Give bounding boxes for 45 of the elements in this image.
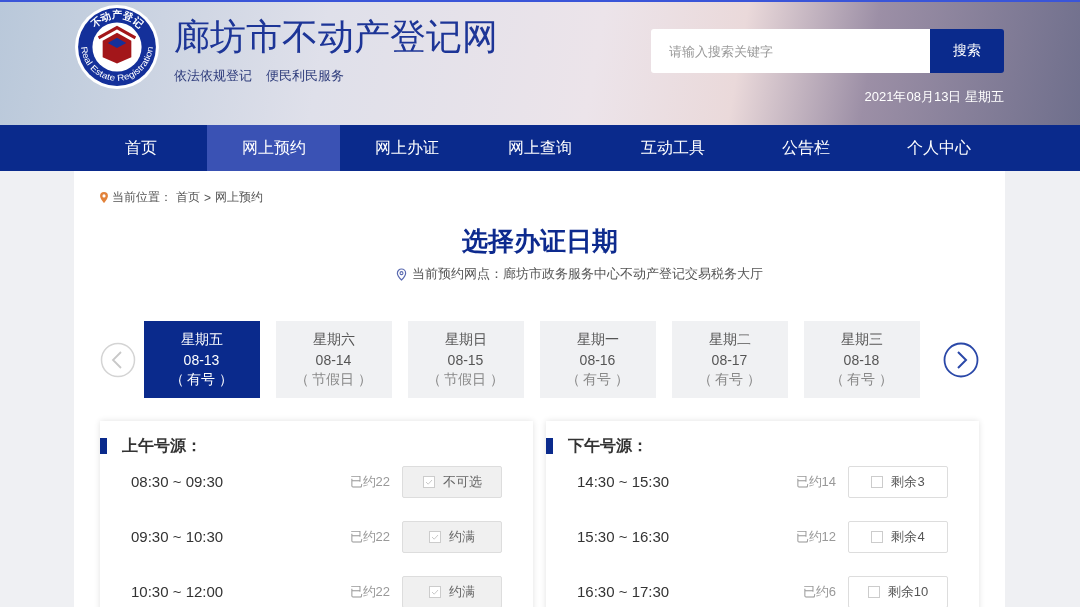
- breadcrumb-link[interactable]: 网上预约: [215, 189, 263, 206]
- breadcrumb-link[interactable]: 首页: [176, 189, 200, 206]
- booked-count: 已约14: [795, 472, 836, 491]
- time-range: 16:30 ~ 17:30: [577, 583, 671, 601]
- nav-tab[interactable]: 网上查询: [473, 125, 606, 171]
- location-pin-icon: [396, 267, 407, 281]
- breadcrumb-label: 当前位置：: [112, 189, 172, 206]
- time-range: 14:30 ~ 15:30: [577, 473, 671, 491]
- session-title: 下午号源：: [546, 438, 979, 455]
- booked-count: 已约6: [802, 582, 836, 601]
- next-button[interactable]: [943, 341, 979, 378]
- current-date: 2021年08月13日 星期五: [864, 88, 1004, 106]
- booked-count: 已约12: [795, 527, 836, 546]
- date-option[interactable]: 星期三 08-18 （ 有号 ）: [803, 321, 920, 399]
- nav-tab[interactable]: 网上预约: [207, 125, 340, 171]
- nav-tab[interactable]: 首页: [74, 125, 207, 171]
- slot-option[interactable]: 剩余3: [848, 465, 948, 498]
- time-range: 10:30 ~ 12:00: [131, 583, 225, 601]
- date-option[interactable]: 星期日 08-15 （ 节假日 ）: [407, 321, 524, 399]
- session-title: 上午号源：: [100, 438, 533, 455]
- nav-tab[interactable]: 公告栏: [739, 125, 872, 171]
- location-pin-icon: [100, 192, 108, 203]
- date-option[interactable]: 星期五 08-13 （ 有号 ）: [143, 321, 260, 399]
- slot-option[interactable]: 剩余4: [848, 520, 948, 553]
- slot-option[interactable]: 剩余10: [848, 575, 948, 607]
- time-range: 15:30 ~ 16:30: [577, 528, 671, 546]
- booked-count: 已约22: [349, 582, 390, 601]
- time-range: 08:30 ~ 09:30: [131, 473, 225, 491]
- search-button[interactable]: 搜索: [930, 29, 1004, 73]
- page-title: 选择办证日期: [460, 226, 619, 258]
- breadcrumb-separator: >: [204, 190, 211, 205]
- nav-tab[interactable]: 网上办证: [340, 125, 473, 171]
- time-range: 09:30 ~ 10:30: [131, 528, 225, 546]
- date-option[interactable]: 星期一 08-16 （ 有号 ）: [539, 321, 656, 399]
- date-option[interactable]: 星期六 08-14 （ 节假日 ）: [275, 321, 392, 399]
- location-text: 当前预约网点：廊坊市政务服务中心不动产登记交易税务大厅: [412, 265, 763, 284]
- booked-count: 已约22: [349, 472, 390, 491]
- slogan: 便民利民服务: [266, 66, 344, 85]
- slogan: 依法依规登记: [174, 66, 252, 85]
- nav-tab[interactable]: 个人中心: [872, 125, 1005, 171]
- site-title: 廊坊市不动产登记网: [174, 17, 498, 57]
- search-field[interactable]: 请输入搜索关键字: [651, 29, 930, 73]
- nav-tab[interactable]: 互动工具: [606, 125, 739, 171]
- booked-count: 已约22: [349, 527, 390, 546]
- date-option[interactable]: 星期二 08-17 （ 有号 ）: [671, 321, 788, 399]
